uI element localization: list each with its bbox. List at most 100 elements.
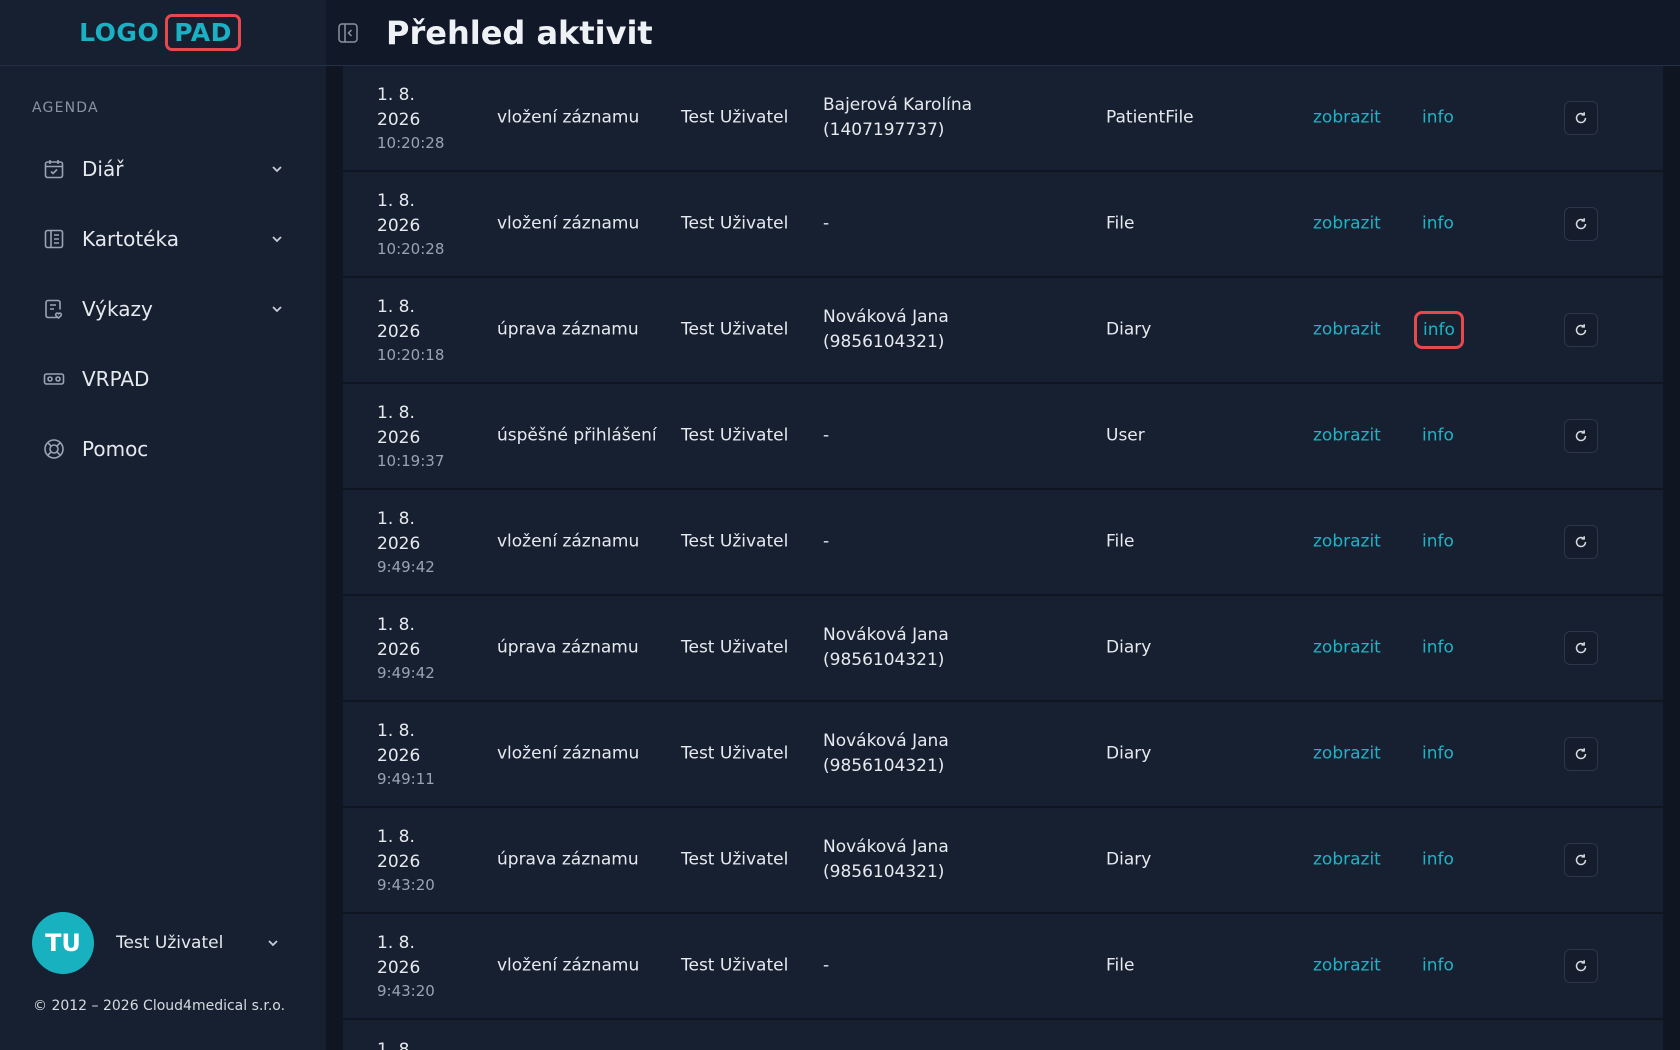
user-cell: Test Uživatel bbox=[681, 743, 789, 764]
view-link[interactable]: zobrazit bbox=[1313, 424, 1381, 449]
refresh-button[interactable] bbox=[1564, 207, 1598, 241]
refresh-button[interactable] bbox=[1564, 843, 1598, 877]
vr-headset-icon bbox=[42, 367, 66, 391]
sidebar-nav: Diář Kartotéka Výkazy VRPAD Pomoc bbox=[0, 134, 326, 484]
view-link[interactable]: zobrazit bbox=[1313, 848, 1381, 873]
chevron-down-icon bbox=[264, 934, 282, 952]
date-text: 1. 8. bbox=[377, 933, 415, 953]
chevron-down-icon bbox=[268, 230, 286, 248]
sidebar-item-label: Kartotéka bbox=[82, 227, 179, 251]
refresh-button[interactable] bbox=[1564, 949, 1598, 983]
info-link[interactable]: info bbox=[1414, 311, 1464, 349]
view-link[interactable]: zobrazit bbox=[1313, 212, 1381, 237]
year-text: 2026 bbox=[377, 746, 421, 766]
sidebar-item-kartoteka[interactable]: Kartotéka bbox=[0, 204, 326, 274]
action-cell: úprava záznamu bbox=[497, 637, 639, 658]
entity-cell: Diary bbox=[1106, 849, 1152, 870]
view-link[interactable]: zobrazit bbox=[1313, 954, 1381, 979]
refresh-button[interactable] bbox=[1564, 313, 1598, 347]
info-link[interactable]: info bbox=[1422, 106, 1454, 131]
report-icon bbox=[42, 297, 66, 321]
section-label-agenda: AGENDA bbox=[32, 100, 99, 116]
user-cell: Test Uživatel bbox=[681, 425, 789, 446]
user-menu[interactable]: TU Test Uživatel bbox=[32, 912, 292, 974]
info-link[interactable]: info bbox=[1422, 954, 1454, 979]
time-text: 9:49:42 bbox=[377, 664, 435, 682]
info-link[interactable]: info bbox=[1422, 212, 1454, 237]
view-link[interactable]: zobrazit bbox=[1313, 106, 1381, 131]
time-text: 10:20:18 bbox=[377, 346, 445, 364]
refresh-icon bbox=[1575, 748, 1587, 760]
date-cell: 1. 8. 2026 10:20:28 bbox=[377, 189, 467, 259]
refresh-icon bbox=[1575, 536, 1587, 548]
calendar-check-icon bbox=[42, 157, 66, 181]
year-text: 2026 bbox=[377, 958, 421, 978]
refresh-button[interactable] bbox=[1564, 419, 1598, 453]
refresh-icon bbox=[1575, 854, 1587, 866]
patient-cell: Nováková Jana (9856104321) bbox=[823, 625, 949, 670]
user-cell: Test Uživatel bbox=[681, 213, 789, 234]
date-text: 1. 8. bbox=[377, 615, 415, 635]
logo[interactable]: LOGO PAD bbox=[79, 14, 241, 51]
date-cell: 1. 8. 2026 10:19:37 bbox=[377, 401, 467, 471]
refresh-button[interactable] bbox=[1564, 631, 1598, 665]
info-link[interactable]: info bbox=[1422, 530, 1454, 555]
entity-cell: PatientFile bbox=[1106, 107, 1194, 128]
date-cell: 1. 8. 2026 9:49:11 bbox=[377, 719, 467, 789]
info-link[interactable]: info bbox=[1422, 848, 1454, 873]
date-text: 1. 8. bbox=[377, 403, 415, 423]
year-text: 2026 bbox=[377, 322, 421, 342]
date-text: 1. 8. bbox=[377, 1040, 415, 1050]
sidebar: LOGO PAD AGENDA Diář Kartotéka Výkazy VR… bbox=[0, 0, 326, 1050]
table-row: 1. 8. 2026 10:20:28 vložení záznamu Test… bbox=[343, 66, 1663, 172]
refresh-button[interactable] bbox=[1564, 737, 1598, 771]
date-cell: 1. 8. 2026 10:20:28 bbox=[377, 83, 467, 153]
page-title: Přehled aktivit bbox=[386, 13, 653, 52]
table-row: 1. 8. bbox=[343, 1020, 1663, 1050]
year-text: 2026 bbox=[377, 640, 421, 660]
logo-boxed-word: PAD bbox=[165, 14, 241, 51]
activity-list: 1. 8. 2026 10:20:28 vložení záznamu Test… bbox=[343, 66, 1663, 1050]
table-row: 1. 8. 2026 10:19:37 úspěšné přihlášení T… bbox=[343, 384, 1663, 490]
info-link[interactable]: info bbox=[1422, 636, 1454, 661]
sidebar-item-pomoc[interactable]: Pomoc bbox=[0, 414, 326, 484]
action-cell: úprava záznamu bbox=[497, 849, 639, 870]
user-name: Test Uživatel bbox=[116, 933, 224, 953]
date-cell: 1. 8. 2026 10:20:18 bbox=[377, 295, 467, 365]
table-row: 1. 8. 2026 10:20:28 vložení záznamu Test… bbox=[343, 172, 1663, 278]
chevron-down-icon bbox=[268, 300, 286, 318]
patient-cell: - bbox=[823, 213, 830, 234]
sidebar-item-label: VRPAD bbox=[82, 367, 150, 391]
year-text: 2026 bbox=[377, 428, 421, 448]
avatar: TU bbox=[32, 912, 94, 974]
view-link[interactable]: zobrazit bbox=[1313, 530, 1381, 555]
action-cell: vložení záznamu bbox=[497, 955, 640, 976]
refresh-button[interactable] bbox=[1564, 525, 1598, 559]
user-cell: Test Uživatel bbox=[681, 637, 789, 658]
patient-cell: Nováková Jana (9856104321) bbox=[823, 307, 949, 352]
date-cell: 1. 8. 2026 9:49:42 bbox=[377, 507, 467, 577]
view-link[interactable]: zobrazit bbox=[1313, 742, 1381, 767]
action-cell: úspěšné přihlášení bbox=[497, 425, 657, 446]
page-header: Přehled aktivit bbox=[326, 0, 1680, 66]
entity-cell: Diary bbox=[1106, 637, 1152, 658]
view-link[interactable]: zobrazit bbox=[1313, 318, 1381, 343]
table-row: 1. 8. 2026 9:43:20 vložení záznamu Test … bbox=[343, 914, 1663, 1020]
date-cell: 1. 8. 2026 9:43:20 bbox=[377, 825, 467, 895]
info-link[interactable]: info bbox=[1422, 742, 1454, 767]
user-cell: Test Uživatel bbox=[681, 107, 789, 128]
view-link[interactable]: zobrazit bbox=[1313, 636, 1381, 661]
time-text: 9:49:42 bbox=[377, 558, 435, 576]
patient-cell: Bajerová Karolína (1407197737) bbox=[823, 95, 973, 140]
info-link[interactable]: info bbox=[1422, 424, 1454, 449]
user-cell: Test Uživatel bbox=[681, 849, 789, 870]
sidebar-item-diar[interactable]: Diář bbox=[0, 134, 326, 204]
refresh-button[interactable] bbox=[1564, 101, 1598, 135]
user-cell: Test Uživatel bbox=[681, 531, 789, 552]
time-text: 9:43:20 bbox=[377, 982, 435, 1000]
table-row: 1. 8. 2026 10:20:18 úprava záznamu Test … bbox=[343, 278, 1663, 384]
sidebar-collapse-icon[interactable] bbox=[337, 22, 359, 44]
user-cell: Test Uživatel bbox=[681, 955, 789, 976]
sidebar-item-vrpad[interactable]: VRPAD bbox=[0, 344, 326, 414]
sidebar-item-vykazy[interactable]: Výkazy bbox=[0, 274, 326, 344]
